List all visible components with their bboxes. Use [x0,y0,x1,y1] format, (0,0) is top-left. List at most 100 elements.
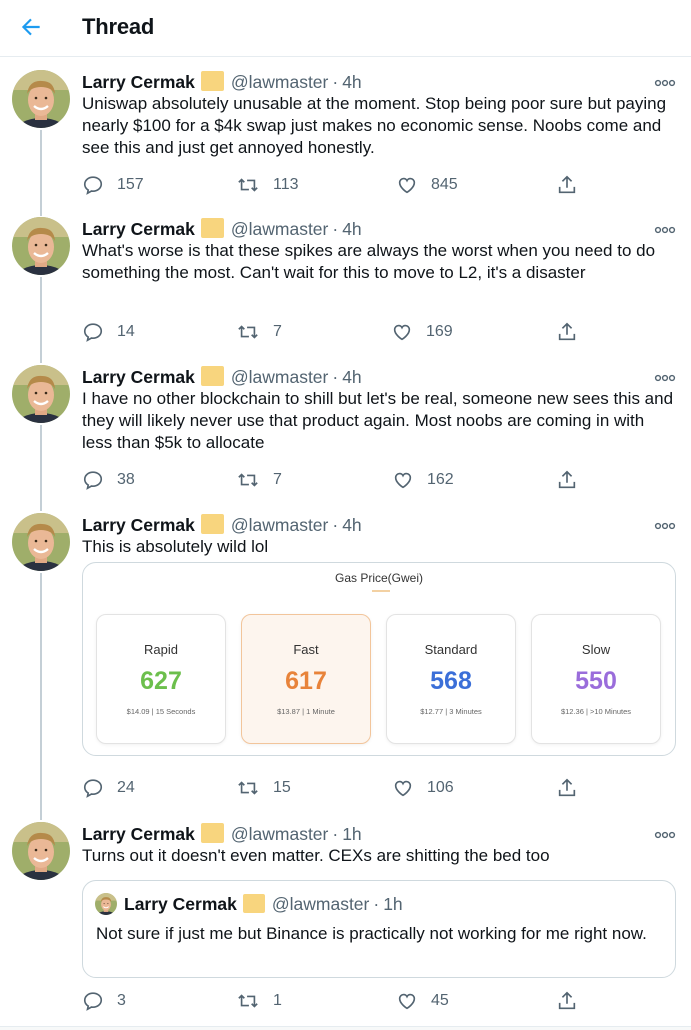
gas-box-fast: Fast 617 $13.87 | 1 Minute [241,614,371,744]
gas-value: 568 [430,667,472,695]
separator-dot: · [332,367,339,387]
share-icon [558,175,576,194]
like-button[interactable]: 106 [392,776,454,800]
like-button[interactable]: 162 [392,468,454,492]
timestamp[interactable]: 4h [342,72,361,92]
like-icon [398,177,416,194]
reply-button[interactable]: 3 [82,989,126,1013]
like-count: 845 [431,176,458,193]
retweet-count: 1 [273,992,282,1009]
reply-button[interactable]: 38 [82,468,135,492]
verified-badge [200,366,224,386]
gas-label: Slow [581,642,611,657]
retweet-button[interactable]: 15 [236,776,291,800]
author-handle[interactable]: @lawmaster [231,824,329,844]
share-button[interactable] [556,320,578,344]
bottom-divider [0,1026,691,1030]
gas-price-image[interactable]: Gas Price(Gwei) Rapid 627 $14.09 | 15 Se… [82,562,676,756]
author-name[interactable]: Larry Cermak [82,824,195,844]
verified-badge [200,823,224,843]
author-name[interactable]: Larry Cermak [82,72,195,92]
like-button[interactable]: 845 [396,173,458,197]
gas-value: 617 [285,667,327,695]
retweet-button[interactable]: 113 [236,173,299,197]
gas-value: 627 [140,667,182,695]
author-handle[interactable]: @lawmaster [231,367,329,387]
page-title: Thread [82,14,155,39]
tweet[interactable]: Larry Cermak @lawmaster · 4h I have no othe… [0,365,691,495]
gas-box-standard: Standard 568 $12.77 | 3 Minutes [386,614,516,744]
tweet[interactable]: Larry Cermak @lawmaster · 4h What's worse i… [0,217,691,347]
timestamp[interactable]: 4h [342,219,361,239]
gas-sub: $14.09 | 15 Seconds [126,707,196,716]
like-button[interactable]: 45 [396,989,449,1013]
verified-badge [242,894,265,913]
reply-count: 157 [117,176,144,193]
quoted-author-handle: @lawmaster [271,894,370,914]
gas-value: 550 [575,667,617,695]
retweet-button[interactable]: 7 [236,320,282,344]
like-count: 169 [426,323,453,340]
retweet-icon [238,178,258,192]
quoted-tweet[interactable]: Larry Cermak @lawmaster · 1h Not sure if ju… [82,880,676,978]
reply-icon [83,471,103,490]
tweet-header: Larry Cermak @lawmaster · 1h [82,822,362,846]
like-icon [398,993,416,1010]
share-button[interactable] [556,468,578,492]
retweet-button[interactable]: 7 [236,468,282,492]
tweet-actions: 157 113 845 [82,173,582,197]
share-icon [558,322,576,341]
reply-icon [83,992,103,1011]
more-icon[interactable] [654,79,676,87]
author-handle[interactable]: @lawmaster [231,219,329,239]
verified-badge [200,218,224,238]
more-icon[interactable] [654,226,676,234]
share-button[interactable] [556,173,578,197]
author-handle[interactable]: @lawmaster [231,515,329,535]
reply-button[interactable]: 157 [82,173,144,197]
tweet-actions: 14 7 169 [82,320,582,344]
share-button[interactable] [556,776,578,800]
tweet-header: Larry Cermak @lawmaster · 4h [82,513,362,537]
author-name[interactable]: Larry Cermak [82,367,195,387]
back-arrow-icon[interactable] [18,14,44,40]
avatar[interactable] [12,365,70,423]
retweet-icon [238,781,258,795]
reply-button[interactable]: 24 [82,776,135,800]
quoted-author-name: Larry Cermak [124,894,237,914]
more-icon[interactable] [654,831,676,839]
avatar[interactable] [12,513,70,571]
like-icon [394,472,412,489]
retweet-count: 7 [273,323,282,340]
author-handle[interactable]: @lawmaster [231,72,329,92]
author-name[interactable]: Larry Cermak [82,515,195,535]
tweet[interactable]: Larry Cermak @lawmaster · 1h Turns out it d… [0,822,691,1022]
avatar[interactable] [12,822,70,880]
more-icon[interactable] [654,522,676,530]
timestamp[interactable]: 4h [342,367,361,387]
separator-dot: · [332,219,339,239]
reply-button[interactable]: 14 [82,320,135,344]
author-name[interactable]: Larry Cermak [82,219,195,239]
tweet[interactable]: Larry Cermak @lawmaster · 4h This is absolu… [0,513,691,808]
retweet-button[interactable]: 1 [236,989,282,1013]
separator-dot: · [332,72,339,92]
more-icon[interactable] [654,374,676,382]
reply-count: 24 [117,779,135,796]
avatar[interactable] [12,70,70,128]
share-button[interactable] [556,989,578,1013]
avatar[interactable] [12,217,70,275]
timestamp[interactable]: 4h [342,515,361,535]
tweet-actions: 24 15 106 [82,776,582,800]
reply-count: 38 [117,471,135,488]
timestamp[interactable]: 1h [342,824,361,844]
retweet-count: 15 [273,779,291,796]
tweet[interactable]: Larry Cermak @lawmaster · 4h Uniswap absolu… [0,70,691,200]
tweet-actions: 3 1 45 [82,989,582,1013]
retweet-count: 7 [273,471,282,488]
tweet-text: This is absolutely wild lol [82,537,269,556]
like-button[interactable]: 169 [391,320,453,344]
gas-label: Rapid [144,642,178,657]
like-count: 162 [427,471,454,488]
retweet-icon [238,473,258,487]
